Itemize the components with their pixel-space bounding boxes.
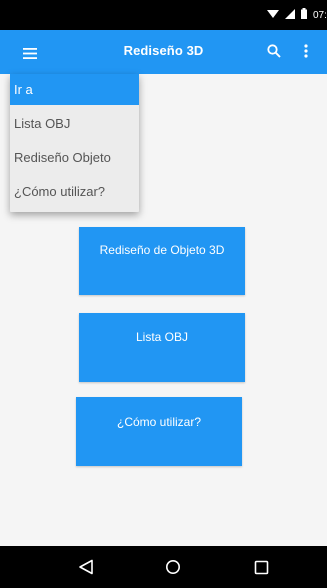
how-to-use-button[interactable]: ¿Cómo utilizar?: [76, 397, 242, 466]
obj-list-button[interactable]: Lista OBJ: [79, 313, 245, 382]
dropdown-item-rediseno-objeto[interactable]: Rediseño Objeto: [10, 142, 139, 173]
home-icon[interactable]: [163, 557, 183, 577]
battery-icon: [301, 6, 307, 24]
dropdown-item-ir-a[interactable]: Ir a: [10, 74, 139, 105]
recent-apps-icon[interactable]: [251, 557, 271, 577]
wifi-icon: [267, 6, 279, 24]
navigation-dropdown: Ir a Lista OBJ Rediseño Objeto ¿Cómo uti…: [10, 74, 139, 212]
app-toolbar: Rediseño 3D: [0, 30, 327, 74]
search-icon[interactable]: [263, 40, 285, 62]
status-bar: 07:52: [0, 0, 327, 30]
dropdown-item-como-utilizar[interactable]: ¿Cómo utilizar?: [10, 176, 139, 207]
redesign-object-button[interactable]: Rediseño de Objeto 3D: [79, 227, 245, 295]
signal-icon: [285, 6, 295, 24]
status-time: 07:52: [313, 9, 327, 21]
system-nav-bar: [0, 546, 327, 588]
status-icons: 07:52: [267, 6, 327, 24]
more-vert-icon[interactable]: [298, 40, 314, 62]
dropdown-item-lista-obj[interactable]: Lista OBJ: [10, 108, 139, 139]
back-icon[interactable]: [76, 557, 96, 577]
